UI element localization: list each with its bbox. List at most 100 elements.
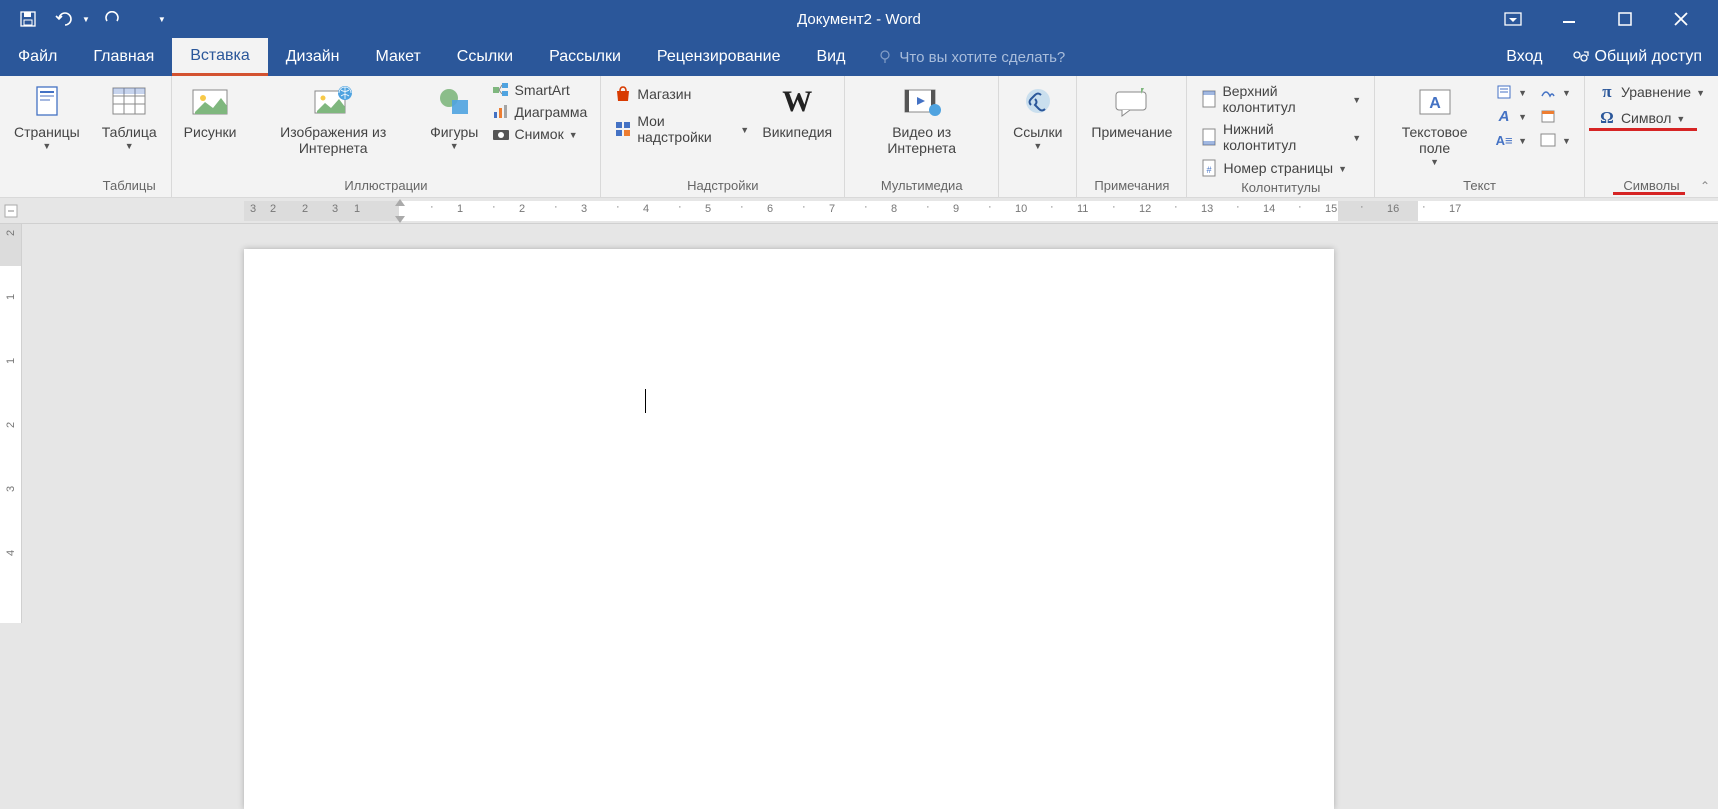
chevron-down-icon: ▼ <box>125 141 134 151</box>
close-button[interactable] <box>1662 5 1700 33</box>
maximize-button[interactable] <box>1606 5 1644 33</box>
picture-icon <box>190 82 230 122</box>
chevron-down-icon: ▼ <box>450 141 459 151</box>
chevron-down-icon: ▼ <box>1338 164 1347 174</box>
undo-button[interactable] <box>50 5 78 33</box>
store-icon <box>614 85 632 103</box>
chart-button[interactable]: Диаграмма <box>489 102 591 122</box>
share-icon <box>1571 48 1589 66</box>
page-icon <box>27 82 67 122</box>
pictures-button[interactable]: Рисунки <box>182 80 239 142</box>
chart-icon <box>492 103 510 121</box>
group-illustrations: Рисунки Изображения из Интернета Фигуры … <box>172 76 602 197</box>
smartart-icon <box>492 81 510 99</box>
wikipedia-icon: W <box>777 82 817 122</box>
page-number-button[interactable]: # Номер страницы ▼ <box>1197 158 1364 178</box>
tab-file[interactable]: Файл <box>0 38 75 76</box>
header-button[interactable]: Верхний колонтитул ▼ <box>1197 82 1364 116</box>
addins-icon <box>614 120 632 138</box>
online-video-button[interactable]: Видео из Интернета <box>855 80 988 158</box>
quick-access-toolbar: ▼ ▼ <box>0 5 166 33</box>
table-icon <box>109 82 149 122</box>
quickparts-icon <box>1495 83 1513 101</box>
tab-view[interactable]: Вид <box>798 38 863 76</box>
object-icon <box>1539 131 1557 149</box>
pages-button[interactable]: Страницы ▼ <box>10 80 84 153</box>
screenshot-button[interactable]: Снимок ▼ <box>489 124 591 144</box>
store-button[interactable]: Магазин <box>611 84 752 104</box>
collapse-ribbon-icon[interactable]: ⌃ <box>1700 179 1710 193</box>
shapes-button[interactable]: Фигуры ▼ <box>428 80 481 153</box>
redo-button[interactable] <box>98 5 126 33</box>
my-addins-button[interactable]: Мои надстройки ▼ <box>611 112 752 146</box>
dropcap-button[interactable]: A≡▼ <box>1492 130 1530 150</box>
tab-references[interactable]: Ссылки <box>439 38 531 76</box>
window-title: Документ2 - Word <box>797 11 921 28</box>
svg-text:A: A <box>1429 95 1441 112</box>
undo-dropdown-icon[interactable]: ▼ <box>82 15 90 24</box>
ruler-vertical[interactable]: 211234 <box>0 224 22 623</box>
window-controls <box>1494 5 1718 33</box>
ribbon-tabs: Файл Главная Вставка Дизайн Макет Ссылки… <box>0 38 1718 76</box>
share-button[interactable]: Общий доступ <box>1565 39 1709 75</box>
annotation-underline <box>1589 128 1697 131</box>
chevron-down-icon: ▼ <box>1033 141 1042 151</box>
chevron-down-icon: ▼ <box>1352 133 1361 143</box>
minimize-button[interactable] <box>1550 5 1588 33</box>
tab-review[interactable]: Рецензирование <box>639 38 799 76</box>
equation-icon: π <box>1598 83 1616 101</box>
video-icon <box>902 82 942 122</box>
screenshot-icon <box>492 125 510 143</box>
chevron-down-icon: ▼ <box>42 141 51 151</box>
tab-home[interactable]: Главная <box>75 38 172 76</box>
smartart-button[interactable]: SmartArt <box>489 80 591 100</box>
symbol-icon: Ω <box>1598 109 1616 127</box>
qat-customize-icon[interactable]: ▼ <box>158 15 166 24</box>
symbol-button[interactable]: Ω Символ ▼ <box>1595 108 1708 128</box>
online-pictures-button[interactable]: Изображения из Интернета <box>247 80 420 158</box>
group-media: Видео из Интернета Мультимедиа <box>845 76 999 197</box>
save-button[interactable] <box>14 5 42 33</box>
chevron-down-icon: ▼ <box>1430 157 1439 167</box>
ribbon: Страницы ▼ Таблица ▼ Таблицы Рисунки Изо… <box>0 76 1718 198</box>
tab-mailings[interactable]: Рассылки <box>531 38 639 76</box>
tell-me-search[interactable]: Что вы хотите сделать? <box>877 38 1065 76</box>
group-headerfooter: Верхний колонтитул ▼ Нижний колонтитул ▼… <box>1187 76 1375 197</box>
links-button[interactable]: Ссылки ▼ <box>1009 80 1066 153</box>
table-button[interactable]: Таблица ▼ <box>98 80 161 153</box>
signin-button[interactable]: Вход <box>1496 39 1552 75</box>
signature-button[interactable]: ▼ <box>1536 82 1574 102</box>
annotation-underline <box>1613 192 1685 195</box>
document-page[interactable] <box>244 249 1334 809</box>
wordart-button[interactable]: A▼ <box>1492 106 1530 126</box>
ribbon-display-icon[interactable] <box>1494 5 1532 33</box>
tell-me-placeholder: Что вы хотите сделать? <box>899 49 1065 66</box>
comment-button[interactable]: Примечание <box>1087 80 1176 142</box>
textbox-button[interactable]: A Текстовое поле ▼ <box>1385 80 1484 169</box>
datetime-icon <box>1539 107 1557 125</box>
dropcap-icon: A≡ <box>1495 131 1513 149</box>
group-symbols: π Уравнение ▼ Ω Символ ▼ Символы <box>1585 76 1718 197</box>
wikipedia-button[interactable]: W Википедия <box>760 80 834 142</box>
datetime-button[interactable] <box>1536 106 1560 126</box>
quickparts-button[interactable]: ▼ <box>1492 82 1530 102</box>
tab-insert[interactable]: Вставка <box>172 38 267 76</box>
group-tables: Таблица ▼ Таблицы <box>88 76 172 197</box>
title-bar: ▼ ▼ Документ2 - Word <box>0 0 1718 38</box>
footer-button[interactable]: Нижний колонтитул ▼ <box>1197 120 1364 154</box>
tab-design[interactable]: Дизайн <box>268 38 358 76</box>
chevron-down-icon: ▼ <box>569 130 578 140</box>
ruler-corner-icon[interactable] <box>3 203 19 219</box>
comment-icon <box>1112 82 1152 122</box>
ruler-horizontal[interactable]: 323211·2·3·4·5·6·7·8·9·10·11·12·13·14·15… <box>0 198 1718 224</box>
text-cursor <box>645 389 646 413</box>
chevron-down-icon: ▼ <box>740 125 749 135</box>
object-button[interactable]: ▼ <box>1536 130 1574 150</box>
tab-layout[interactable]: Макет <box>358 38 439 76</box>
group-addins: Магазин Мои надстройки ▼ W Википедия Над… <box>601 76 845 197</box>
group-text: A Текстовое поле ▼ ▼ ▼ A▼ A≡▼ ▼ Текст <box>1375 76 1585 197</box>
document-area: 211234 <box>0 224 1718 623</box>
pagenum-icon: # <box>1200 159 1218 177</box>
equation-button[interactable]: π Уравнение ▼ <box>1595 82 1708 102</box>
header-icon <box>1200 90 1217 108</box>
